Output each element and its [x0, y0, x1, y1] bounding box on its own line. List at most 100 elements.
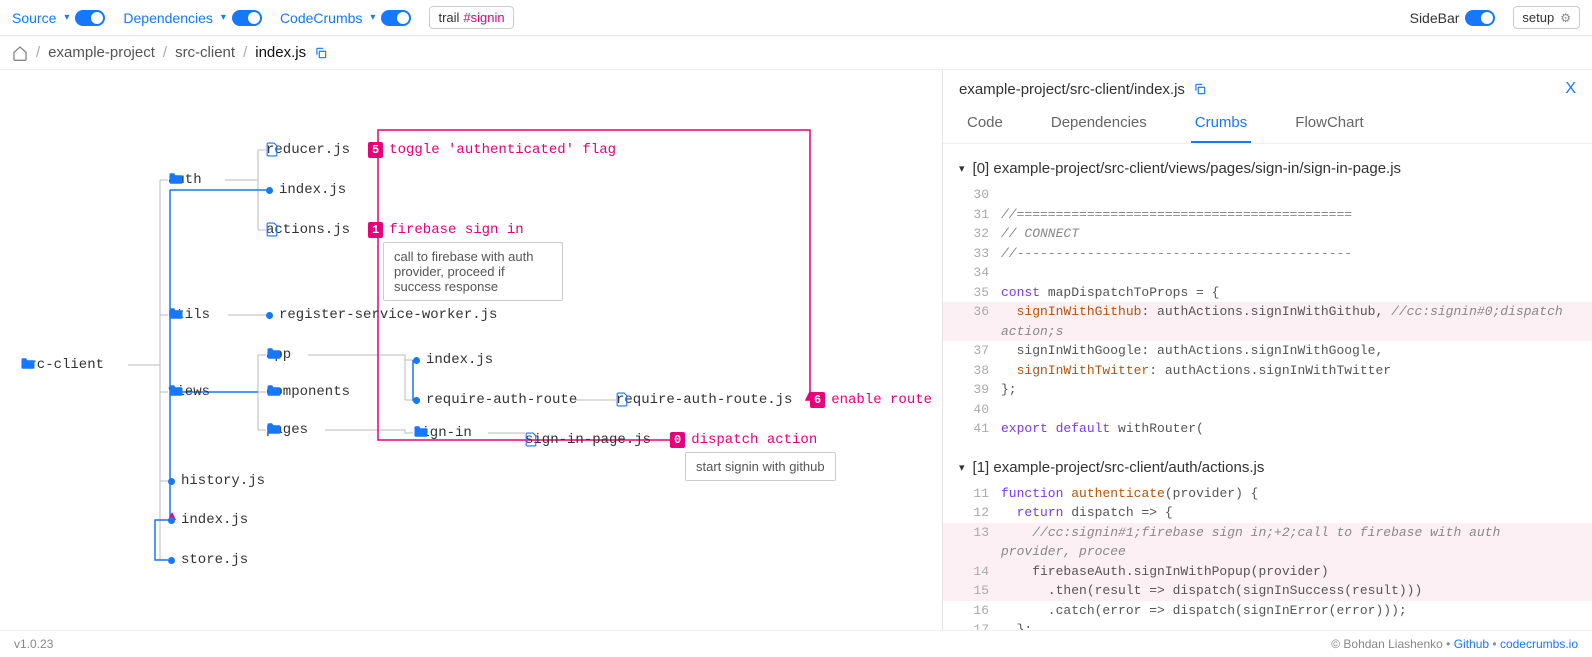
sidebar: example-project/src-client/index.js X Co… — [942, 70, 1592, 630]
dot-icon — [266, 187, 273, 194]
folder-require-auth-route[interactable]: require-auth-route — [413, 392, 577, 408]
folder-icon — [168, 384, 184, 397]
dependency-graph[interactable]: src-client auth utils views history.js i… — [0, 70, 942, 630]
file-actions[interactable]: actions.js — [266, 222, 350, 238]
folder-pages[interactable]: pages — [266, 422, 308, 438]
dot-icon — [168, 557, 175, 564]
code-line: 17 }; — [943, 620, 1592, 630]
code-line: 31//====================================… — [943, 205, 1592, 225]
crumb-1[interactable]: 1firebase sign in — [368, 222, 524, 238]
crumb-5[interactable]: 5toggle 'authenticated' flag — [368, 142, 616, 158]
breadcrumb: / example-project / src-client / index.j… — [0, 36, 1592, 70]
switch-on-icon[interactable] — [75, 10, 105, 26]
file-icon — [525, 432, 538, 447]
gear-icon: ⚙ — [1560, 11, 1571, 25]
file-sign-in-page[interactable]: sign-in-page.js — [525, 432, 651, 448]
dot-icon — [168, 478, 175, 485]
code-line: 16 .catch(error => dispatch(signInError(… — [943, 601, 1592, 621]
sidebar-path: example-project/src-client/index.js — [959, 81, 1185, 98]
crumbs-panel[interactable]: ▾[0] example-project/src-client/views/pa… — [943, 144, 1592, 630]
folder-icon — [168, 307, 184, 320]
code-line: 41export default withRouter( — [943, 419, 1592, 439]
code-line: 11function authenticate(provider) { — [943, 484, 1592, 504]
dependencies-toggle[interactable]: Dependencies▾ — [123, 10, 262, 26]
topbar: Source▾ Dependencies▾ CodeCrumbs▾ trail#… — [0, 0, 1592, 36]
tab-flowchart[interactable]: FlowChart — [1291, 104, 1367, 143]
code-line: 33//------------------------------------… — [943, 244, 1592, 264]
file-register-sw[interactable]: register-service-worker.js — [266, 307, 497, 323]
file-app-index[interactable]: index.js — [413, 352, 493, 368]
chevron-down-icon: ▾ — [370, 12, 375, 23]
trail-badge[interactable]: trail#signin — [429, 6, 513, 29]
code-line: 40 — [943, 400, 1592, 420]
folder-sign-in[interactable]: sign-in — [413, 425, 472, 441]
sidebar-toggle[interactable]: SideBar — [1410, 10, 1496, 26]
code-line: 13 //cc:signin#1;firebase sign in;+2;cal… — [943, 523, 1592, 562]
crumb-6[interactable]: 6enable route — [810, 392, 932, 408]
file-store[interactable]: store.js — [168, 552, 248, 568]
chevron-down-icon: ▾ — [959, 461, 965, 474]
tab-crumbs[interactable]: Crumbs — [1191, 104, 1252, 143]
folder-src-client[interactable]: src-client — [20, 357, 104, 373]
file-reducer[interactable]: reducer.js — [266, 142, 350, 158]
sidebar-tabs: Code Dependencies Crumbs FlowChart — [943, 104, 1592, 144]
file-icon — [266, 142, 279, 157]
chevron-down-icon: ▾ — [959, 162, 965, 175]
code-line: 34 — [943, 263, 1592, 283]
file-index[interactable]: index.js — [168, 512, 248, 528]
chevron-down-icon: ▾ — [221, 12, 226, 23]
version-label: v1.0.23 — [14, 637, 53, 651]
breadcrumb-item[interactable]: src-client — [175, 44, 235, 61]
dot-icon — [413, 357, 420, 364]
home-icon[interactable] — [12, 45, 28, 61]
switch-on-icon[interactable] — [381, 10, 411, 26]
copy-icon[interactable] — [314, 46, 328, 60]
code-line: 38 signInWithTwitter: authActions.signIn… — [943, 361, 1592, 381]
close-icon[interactable]: X — [1565, 80, 1576, 98]
file-auth-index[interactable]: index.js — [266, 182, 346, 198]
crumb-section-title[interactable]: ▾[1] example-project/src-client/auth/act… — [943, 455, 1592, 484]
folder-utils[interactable]: utils — [168, 307, 210, 323]
dot-icon — [168, 517, 175, 524]
folder-icon — [413, 425, 429, 438]
file-require-auth-route[interactable]: require-auth-route.js — [616, 392, 792, 408]
folder-icon — [266, 347, 282, 360]
setup-button[interactable]: setup ⚙ — [1513, 6, 1580, 29]
breadcrumb-current: index.js — [255, 44, 306, 61]
file-icon — [616, 392, 629, 407]
site-link[interactable]: codecrumbs.io — [1500, 637, 1578, 651]
folder-auth[interactable]: auth — [168, 172, 202, 188]
folder-components[interactable]: components — [266, 384, 350, 400]
tooltip-firebase: call to firebase with auth provider, pro… — [383, 242, 563, 301]
crumb-section-title[interactable]: ▾[0] example-project/src-client/views/pa… — [943, 156, 1592, 185]
breadcrumb-item[interactable]: example-project — [48, 44, 155, 61]
chevron-down-icon: ▾ — [64, 12, 69, 23]
code-line: 12 return dispatch => { — [943, 503, 1592, 523]
switch-on-icon[interactable] — [1465, 10, 1495, 26]
folder-icon — [266, 422, 282, 435]
code-line: 15 .then(result => dispatch(signInSucces… — [943, 581, 1592, 601]
folder-app[interactable]: app — [266, 347, 291, 363]
code-line: 36 signInWithGithub: authActions.signInW… — [943, 302, 1592, 341]
file-history[interactable]: history.js — [168, 473, 265, 489]
code-line: 32// CONNECT — [943, 224, 1592, 244]
switch-on-icon[interactable] — [232, 10, 262, 26]
tab-dependencies[interactable]: Dependencies — [1047, 104, 1151, 143]
credit: © Bohdan Liashenko • — [1331, 637, 1450, 651]
crumb-0[interactable]: 0dispatch action — [670, 432, 817, 448]
codecrumbs-toggle[interactable]: CodeCrumbs▾ — [280, 10, 412, 26]
folder-icon — [168, 172, 184, 185]
folder-icon — [20, 357, 36, 370]
github-link[interactable]: Github — [1454, 637, 1489, 651]
source-toggle[interactable]: Source▾ — [12, 10, 105, 26]
tab-code[interactable]: Code — [963, 104, 1007, 143]
code-line: 30 — [943, 185, 1592, 205]
footer: v1.0.23 © Bohdan Liashenko • Github • co… — [0, 630, 1592, 657]
folder-views[interactable]: views — [168, 384, 210, 400]
copy-icon[interactable] — [1193, 82, 1207, 96]
tooltip-github: start signin with github — [685, 452, 836, 481]
code-line: 39}; — [943, 380, 1592, 400]
file-icon — [266, 222, 279, 237]
folder-icon — [266, 384, 282, 397]
code-line: 37 signInWithGoogle: authActions.signInW… — [943, 341, 1592, 361]
